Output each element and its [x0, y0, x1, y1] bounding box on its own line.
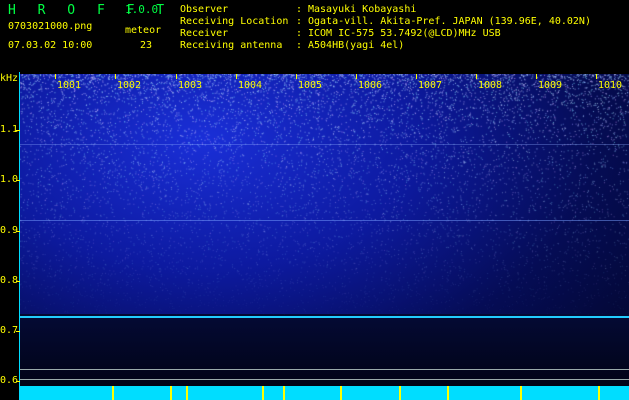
y-tick — [16, 281, 20, 282]
file-name: 0703021000.png — [8, 21, 93, 32]
y-tick — [16, 381, 20, 382]
guide-line — [20, 379, 629, 380]
time-tick — [55, 74, 56, 79]
carrier-trace — [20, 316, 629, 318]
level-spike — [262, 386, 264, 400]
faint-trace — [20, 220, 629, 221]
info-sep: : — [296, 28, 303, 39]
meteor-label: meteor — [125, 25, 162, 36]
info-value: ICOM IC-575 53.7492(@LCD)MHz USB — [308, 28, 501, 39]
level-spike — [340, 386, 342, 400]
y-axis-unit: kHz — [0, 73, 19, 84]
info-receiver: Receiver: ICOM IC-575 53.7492(@LCD)MHz US… — [180, 29, 501, 39]
y-tick — [16, 180, 20, 181]
guide-line — [20, 369, 629, 370]
time-tick-label: 1004 — [238, 80, 263, 91]
time-tick-label: 1008 — [478, 80, 503, 91]
info-value: Ogata-vill. Akita-Pref. JAPAN (139.96E, … — [308, 16, 591, 27]
time-tick — [115, 74, 116, 79]
meteor-count: 23 — [140, 40, 153, 51]
info-key: Receiving antenna — [180, 40, 283, 51]
faint-trace — [20, 144, 629, 145]
header-panel: H R O F F T 1.0.0 0703021000.png meteor … — [0, 0, 629, 72]
time-tick — [356, 74, 357, 79]
level-spike — [112, 386, 114, 400]
level-spike — [283, 386, 285, 400]
time-tick — [296, 74, 297, 79]
time-tick-label: 1001 — [57, 80, 82, 91]
time-tick — [176, 74, 177, 79]
date-time: 07.03.02 10:00 — [8, 40, 93, 51]
y-tick — [16, 130, 20, 131]
info-observer: Observer: Masayuki Kobayashi — [180, 5, 416, 15]
time-tick — [476, 74, 477, 79]
app-version: 1.0.0 — [125, 3, 159, 16]
info-key: Receiving Location — [180, 16, 289, 27]
info-key: Observer — [180, 4, 229, 15]
spectrogram — [20, 74, 629, 400]
info-sep: : — [296, 40, 303, 51]
level-spike — [186, 386, 188, 400]
time-tick-label: 1007 — [418, 80, 443, 91]
info-key: Receiver — [180, 28, 229, 39]
info-location: Receiving Location: Ogata-vill. Akita-Pre… — [180, 17, 591, 27]
info-value: Masayuki Kobayashi — [308, 4, 417, 15]
info-sep: : — [296, 4, 303, 15]
time-tick-label: 1006 — [358, 80, 383, 91]
level-spike — [399, 386, 401, 400]
info-value: A504HB(yagi 4el) — [308, 40, 405, 51]
time-tick — [596, 74, 597, 79]
level-spike — [170, 386, 172, 400]
level-spike — [520, 386, 522, 400]
spectrogram-edge — [19, 72, 20, 400]
spectrogram-noise — [20, 74, 629, 400]
time-tick-label: 1005 — [298, 80, 323, 91]
time-tick-label: 1002 — [117, 80, 142, 91]
time-tick — [536, 74, 537, 79]
time-tick-label: 1010 — [598, 80, 623, 91]
time-tick — [416, 74, 417, 79]
y-tick — [16, 331, 20, 332]
time-tick-label: 1009 — [538, 80, 563, 91]
level-spike — [447, 386, 449, 400]
info-sep: : — [296, 16, 303, 27]
time-tick — [236, 74, 237, 79]
y-tick — [16, 231, 20, 232]
time-tick-label: 1003 — [178, 80, 203, 91]
info-antenna: Receiving antenna: A504HB(yagi 4el) — [180, 41, 404, 51]
level-spike — [598, 386, 600, 400]
